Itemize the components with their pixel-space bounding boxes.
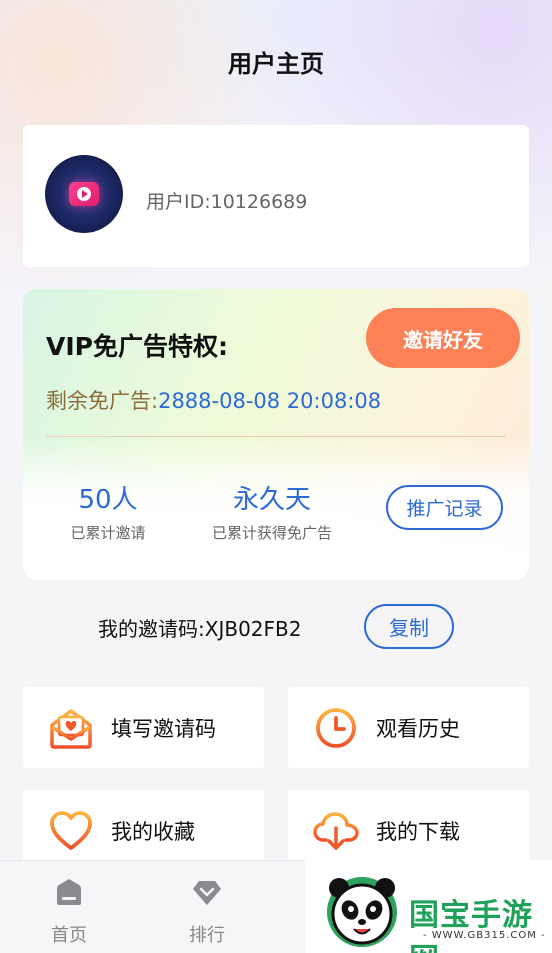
invite-code-label: 我的邀请码: [98,617,205,641]
vip-card: VIP免广告特权: 邀请好友 剩余免广告:2888-08-08 20:08:08… [23,289,529,580]
divider [46,436,506,437]
watermark-url: - WWW.GB315.COM - [423,930,546,941]
copy-button[interactable]: 复制 [364,604,454,649]
invite-friends-button[interactable]: 邀请好友 [366,308,520,368]
menu-item-watch-history[interactable]: 观看历史 [288,687,529,768]
menu-item-label: 我的下载 [376,820,460,844]
tab-label: 首页 [51,925,87,946]
heart-icon [50,811,92,850]
remaining-label: 剩余免广告: [46,389,159,413]
stat-ad-free-value: 永久天 [232,485,311,515]
user-id: 用户ID:10126689 [146,191,308,213]
watermark-logo: 国宝手游网 - WWW.GB315.COM - [305,860,552,953]
menu-item-label: 填写邀请码 [111,717,216,741]
menu-item-my-favorites[interactable]: 我的收藏 [23,790,264,871]
stat-ad-free: 永久天 已累计获得免广告 [206,479,338,543]
remaining-date: 2888-08-08 20:08:08 [158,389,382,413]
avatar[interactable] [45,155,123,233]
menu-item-label: 我的收藏 [111,820,195,844]
vip-title: VIP免广告特权: [46,332,228,361]
stat-invited-value: 50人 [78,485,138,515]
promotion-record-button[interactable]: 推广记录 [386,485,503,530]
stat-invited-label: 已累计邀请 [70,524,146,542]
remaining-ad-free: 剩余免广告:2888-08-08 20:08:08 [46,385,381,415]
tab-home[interactable]: 首页 [29,877,109,947]
page-title: 用户主页 [228,50,324,78]
envelope-heart-icon [50,709,92,749]
cloud-download-icon [313,812,359,850]
menu-item-label: 观看历史 [376,717,460,741]
stat-ad-free-label: 已累计获得免广告 [211,524,332,542]
profile-card: 用户ID:10126689 [23,125,529,267]
tab-ranking[interactable]: 排行 [167,877,247,947]
tab-label: 排行 [189,925,225,946]
stat-invited: 50人 已累计邀请 [53,479,163,543]
invite-code-value: XJB02FB2 [204,617,302,641]
diamond-icon [193,881,221,905]
menu-item-my-downloads[interactable]: 我的下载 [288,790,529,871]
menu-item-enter-invite-code[interactable]: 填写邀请码 [23,687,264,768]
invite-code-row: 我的邀请码:XJB02FB2 [98,613,301,642]
clock-icon [316,708,356,748]
panda-logo-icon [327,877,397,947]
home-icon [57,879,81,905]
play-icon [69,182,99,206]
watermark-brand: 国宝手游网 [409,898,533,953]
